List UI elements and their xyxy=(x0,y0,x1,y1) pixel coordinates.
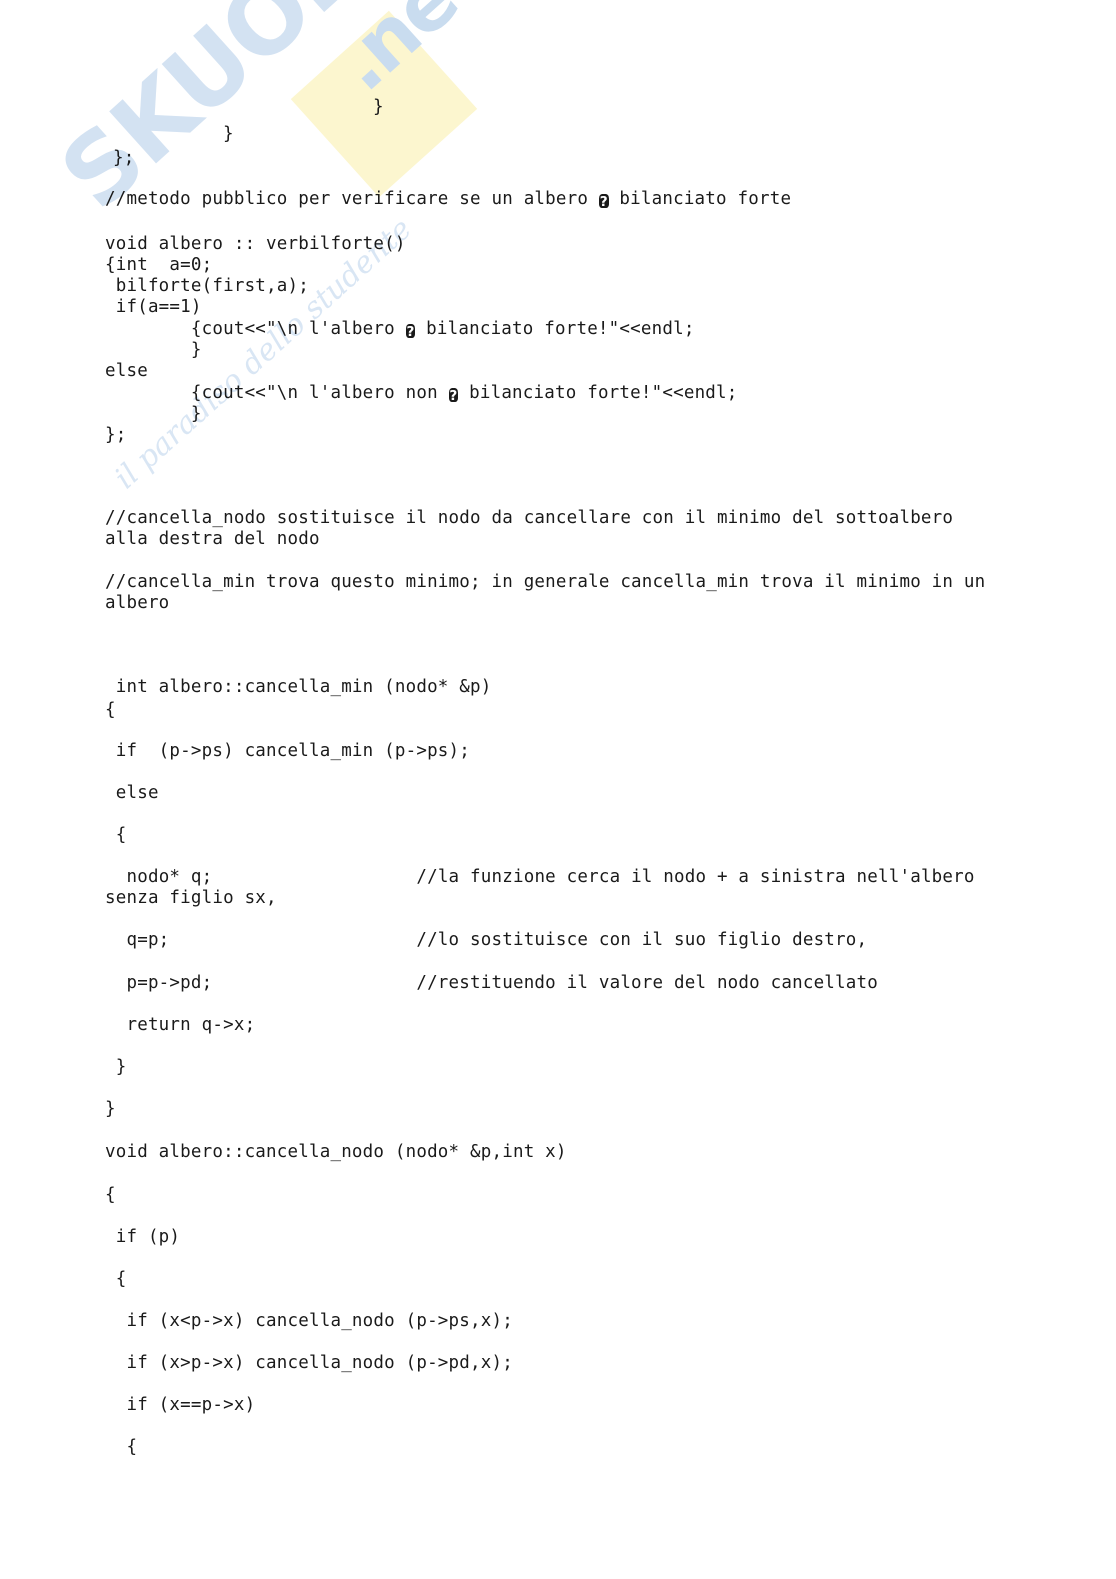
code-line: { xyxy=(105,700,116,720)
code-line: else xyxy=(105,361,148,381)
code-line: p=p->pd; //restituendo il valore del nod… xyxy=(105,973,878,993)
code-line: //cancella_nodo sostituisce il nodo da c… xyxy=(105,508,964,549)
skuola-watermark: SKUOLA .net il paradiso dello studente xyxy=(0,0,560,520)
code-line: if (p->ps) cancella_min (p->ps); xyxy=(105,741,471,761)
code-line: if(a==1) xyxy=(105,297,202,317)
document-page: SKUOLA .net il paradiso dello studente }… xyxy=(0,0,1116,1579)
code-line: bilforte(first,a); xyxy=(105,276,309,296)
code-line: } xyxy=(105,340,202,360)
code-line: //metodo pubblico per verificare se un a… xyxy=(105,189,792,210)
code-line: if (p) xyxy=(105,1227,181,1247)
code-line: { xyxy=(105,1185,116,1205)
code-line: } xyxy=(105,1057,127,1077)
code-line: {cout<<"\n l'albero non ? bilanciato for… xyxy=(105,383,738,404)
watermark-diamond-shape xyxy=(290,10,478,198)
code-line: if (x>p->x) cancella_nodo (p->pd,x); xyxy=(105,1353,513,1373)
code-line: { xyxy=(105,1269,127,1289)
code-line: }; xyxy=(105,425,127,445)
code-line: } xyxy=(223,124,234,144)
code-line: } xyxy=(105,1099,116,1119)
code-line: nodo* q; //la funzione cerca il nodo + a… xyxy=(105,867,986,908)
code-line: void albero::cancella_nodo (nodo* &p,int… xyxy=(105,1142,567,1162)
code-line: } xyxy=(105,404,202,424)
watermark-domain-text: .net xyxy=(318,0,500,109)
code-line: {int a=0; xyxy=(105,255,213,275)
code-line: }; xyxy=(113,148,135,168)
missing-glyph-icon: ? xyxy=(405,323,416,340)
code-line: if (x==p->x) xyxy=(105,1395,256,1415)
code-line: q=p; //lo sostituisce con il suo figlio … xyxy=(105,930,868,950)
code-line: { xyxy=(105,1437,138,1457)
code-line: //cancella_min trova questo minimo; in g… xyxy=(105,572,997,613)
code-line: } xyxy=(373,97,384,117)
code-line: { xyxy=(105,825,127,845)
code-line: if (x<p->x) cancella_nodo (p->ps,x); xyxy=(105,1311,513,1331)
code-line: return q->x; xyxy=(105,1015,256,1035)
missing-glyph-icon: ? xyxy=(448,387,459,404)
code-line: int albero::cancella_min (nodo* &p) xyxy=(105,677,492,697)
missing-glyph-icon: ? xyxy=(598,193,609,210)
code-line: void albero :: verbilforte() xyxy=(105,234,406,254)
code-line: {cout<<"\n l'albero ? bilanciato forte!"… xyxy=(105,319,695,340)
code-line: else xyxy=(105,783,159,803)
